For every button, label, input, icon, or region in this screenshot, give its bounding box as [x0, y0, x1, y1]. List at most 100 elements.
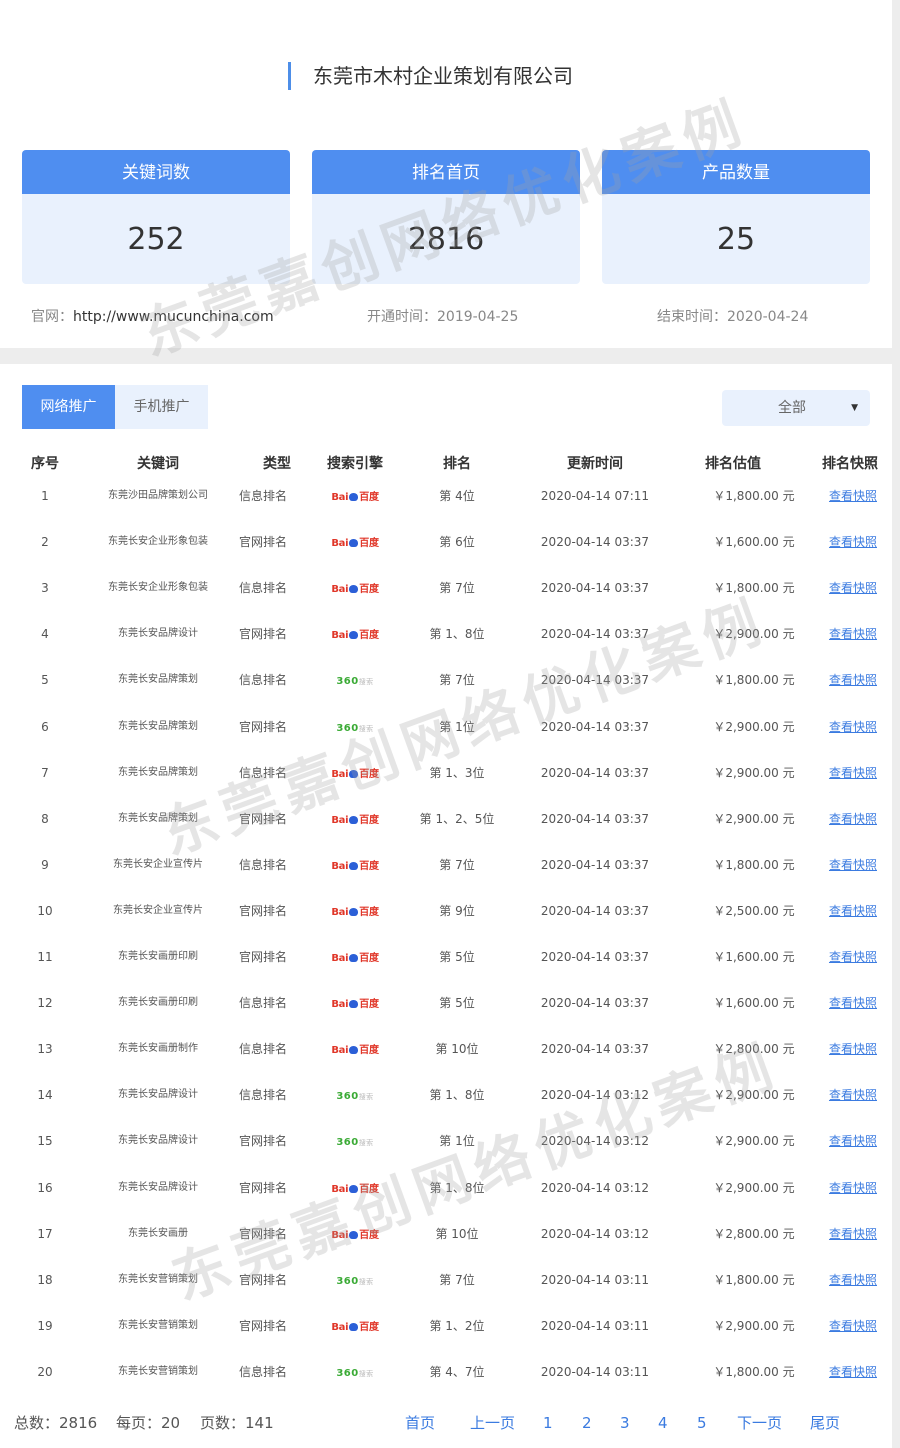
view-snapshot-link[interactable]: 查看快照	[822, 1316, 884, 1336]
row-update-time: 2020-04-14 07:11	[540, 489, 650, 503]
table-row: 7 东莞长安品牌策划 信息排名 第 1、3位 2020-04-14 03:37 ￥2,90…	[0, 763, 892, 809]
row-keyword: 东莞长安品牌设计	[118, 628, 198, 639]
row-index: 20	[37, 1365, 53, 1379]
engine-filter-select[interactable]: 全部 ▼	[722, 390, 870, 426]
company-title: 东莞市木村企业策划有限公司	[288, 62, 573, 90]
row-index: 6	[41, 720, 49, 734]
row-update-time: 2020-04-14 03:37	[540, 950, 650, 964]
end-date: 2020-04-24	[727, 309, 809, 325]
row-value: ￥2,900.00 元	[713, 1319, 795, 1333]
pager-page-5[interactable]: 5	[697, 1413, 707, 1433]
row-update-time: 2020-04-14 03:37	[540, 581, 650, 595]
baidu-logo-icon: Bai 百度	[331, 1230, 379, 1241]
row-value: ￥1,800.00 元	[713, 1365, 795, 1379]
row-index: 13	[37, 1042, 53, 1056]
paw-icon	[349, 1231, 359, 1239]
table-row: 20 东莞长安营销策划 信息排名 第 4、7位 2020-04-14 03:11 ￥1,8…	[0, 1362, 892, 1408]
col-header-engine: 搜索引擎	[327, 456, 383, 472]
paw-icon	[349, 585, 359, 593]
pager-prev[interactable]: 上一页	[470, 1413, 515, 1433]
tab-web-promotion[interactable]: 网络推广	[22, 385, 115, 429]
row-engine: 360搜索	[322, 670, 388, 690]
row-value: ￥1,800.00 元	[713, 581, 795, 595]
view-snapshot-link[interactable]: 查看快照	[822, 947, 884, 967]
view-snapshot-link[interactable]: 查看快照	[822, 1178, 884, 1198]
so360-logo-icon: 360搜索	[336, 676, 374, 687]
row-index: 11	[37, 950, 53, 964]
view-snapshot-link[interactable]: 查看快照	[822, 486, 884, 506]
pager-last[interactable]: 尾页	[810, 1413, 840, 1433]
view-snapshot-link[interactable]: 查看快照	[822, 670, 884, 690]
stat-first-page: 排名首页 2816	[312, 150, 580, 284]
row-keyword: 东莞长安营销策划	[118, 1366, 198, 1377]
so360-logo-icon: 360搜索	[336, 1368, 374, 1379]
paw-icon	[349, 1046, 359, 1054]
table-row: 14 东莞长安品牌设计 信息排名 第 1、8位 2020-04-14 03:12 ￥2,9…	[0, 1085, 892, 1131]
view-snapshot-link[interactable]: 查看快照	[822, 809, 884, 829]
row-type: 信息排名	[238, 1042, 287, 1056]
row-engine: Bai 百度	[322, 947, 388, 967]
row-update-time: 2020-04-14 03:12	[540, 1181, 650, 1195]
view-snapshot-link[interactable]: 查看快照	[822, 1085, 884, 1105]
row-type: 官网排名	[238, 627, 287, 641]
row-value: ￥1,600.00 元	[713, 950, 795, 964]
view-snapshot-link[interactable]: 查看快照	[822, 901, 884, 921]
filter-value: 全部	[778, 400, 806, 416]
stat-keywords: 关键词数 252	[22, 150, 290, 284]
stat-label: 关键词数	[22, 150, 290, 194]
pager-page-3[interactable]: 3	[620, 1413, 630, 1433]
paw-icon	[349, 1323, 359, 1331]
row-value: ￥2,900.00 元	[713, 720, 795, 734]
paw-icon	[349, 862, 359, 870]
row-keyword: 东莞长安企业形象包装	[108, 536, 208, 547]
row-update-time: 2020-04-14 03:37	[540, 1042, 650, 1056]
row-engine: 360搜索	[322, 1085, 388, 1105]
table-row: 8 东莞长安品牌策划 官网排名 第 1、2、5位 2020-04-14 03:37 ￥2,…	[0, 809, 892, 855]
pager-first[interactable]: 首页	[405, 1413, 435, 1433]
view-snapshot-link[interactable]: 查看快照	[822, 1270, 884, 1290]
pager-page-4[interactable]: 4	[658, 1413, 668, 1433]
row-update-time: 2020-04-14 03:11	[540, 1273, 650, 1287]
paw-icon	[349, 954, 359, 962]
table-row: 6 东莞长安品牌策划 官网排名 第 1位 2020-04-14 03:37 ￥2,900.…	[0, 717, 892, 763]
pager-next[interactable]: 下一页	[737, 1413, 782, 1433]
site-url[interactable]: http://www.mucunchina.com	[73, 309, 274, 325]
table-row: 18 东莞长安营销策划 官网排名 第 7位 2020-04-14 03:11 ￥1,800…	[0, 1270, 892, 1316]
row-rank: 第 1、3位	[429, 766, 485, 780]
view-snapshot-link[interactable]: 查看快照	[822, 1039, 884, 1059]
row-update-time: 2020-04-14 03:37	[540, 904, 650, 918]
pager-page-2[interactable]: 2	[582, 1413, 592, 1433]
row-keyword: 东莞长安企业形象包装	[108, 582, 208, 593]
row-update-time: 2020-04-14 03:37	[540, 535, 650, 549]
baidu-logo-icon: Bai 百度	[331, 630, 379, 641]
row-engine: Bai 百度	[322, 763, 388, 783]
end-label: 结束时间：	[657, 309, 727, 325]
row-value: ￥2,900.00 元	[713, 1088, 795, 1102]
row-rank: 第 4、7位	[429, 1365, 485, 1379]
view-snapshot-link[interactable]: 查看快照	[822, 1224, 884, 1244]
view-snapshot-link[interactable]: 查看快照	[822, 993, 884, 1013]
row-value: ￥1,800.00 元	[713, 858, 795, 872]
row-value: ￥1,600.00 元	[713, 996, 795, 1010]
view-snapshot-link[interactable]: 查看快照	[822, 532, 884, 552]
view-snapshot-link[interactable]: 查看快照	[822, 624, 884, 644]
baidu-logo-icon: Bai 百度	[331, 815, 379, 826]
baidu-logo-icon: Bai 百度	[331, 538, 379, 549]
row-keyword: 东莞长安品牌设计	[118, 1182, 198, 1193]
tab-mobile-promotion[interactable]: 手机推广	[115, 385, 208, 429]
row-rank: 第 1、2、5位	[419, 812, 495, 826]
pager-page-1[interactable]: 1	[543, 1413, 553, 1433]
row-keyword: 东莞长安品牌策划	[118, 813, 198, 824]
view-snapshot-link[interactable]: 查看快照	[822, 763, 884, 783]
view-snapshot-link[interactable]: 查看快照	[822, 855, 884, 875]
view-snapshot-link[interactable]: 查看快照	[822, 717, 884, 737]
row-index: 15	[37, 1134, 53, 1148]
row-type: 信息排名	[238, 489, 287, 503]
row-keyword: 东莞长安品牌策划	[118, 721, 198, 732]
row-value: ￥2,900.00 元	[713, 627, 795, 641]
baidu-logo-icon: Bai 百度	[331, 769, 379, 780]
row-index: 9	[41, 858, 49, 872]
view-snapshot-link[interactable]: 查看快照	[822, 1362, 884, 1382]
view-snapshot-link[interactable]: 查看快照	[822, 578, 884, 598]
view-snapshot-link[interactable]: 查看快照	[822, 1131, 884, 1151]
